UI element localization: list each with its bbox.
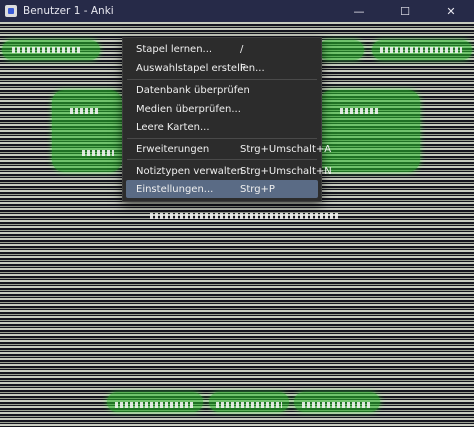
window-controls: — ☐ ✕ [336,0,474,22]
garbled-text [150,213,340,219]
toolbar-glow-center [318,40,364,60]
close-icon[interactable]: ✕ [428,0,474,22]
tools-menu: Stapel lernen... / Auswahlstapel erstell… [122,37,332,202]
menu-separator [127,138,317,139]
garbled-text [115,402,195,408]
garbled-text [380,47,462,53]
anki-app-icon [5,5,17,17]
garbled-text [302,402,372,408]
deck-panel-glow [52,90,122,172]
deck-panel-glow-right [320,90,420,172]
menu-item-medien[interactable]: Medien überprüfen... [126,100,318,118]
menu-item-auswahlstapel[interactable]: Auswahlstapel erstellen... F [126,59,318,77]
garbled-text [216,402,282,408]
garbled-text [70,108,100,114]
window-title: Benutzer 1 - Anki [23,5,114,17]
minimize-icon[interactable]: — [336,0,382,22]
menu-separator [127,79,317,80]
menu-item-erweiterungen[interactable]: Erweiterungen Strg+Umschalt+A [126,140,331,158]
title-bar: Benutzer 1 - Anki — ☐ ✕ [0,0,474,22]
menu-separator [127,159,317,160]
maximize-icon[interactable]: ☐ [382,0,428,22]
menu-item-stapel-lernen[interactable]: Stapel lernen... / [126,40,318,58]
garbled-text [340,108,380,114]
garbled-text [12,47,82,53]
menu-item-leere-karten[interactable]: Leere Karten... [126,118,318,136]
menu-item-einstellungen[interactable]: Einstellungen... Strg+P [126,180,318,198]
garbled-text [82,150,114,156]
menu-item-notiztypen[interactable]: Notiztypen verwalten Strg+Umschalt+N [126,162,332,180]
menu-item-datenbank[interactable]: Datenbank überprüfen [126,81,318,99]
